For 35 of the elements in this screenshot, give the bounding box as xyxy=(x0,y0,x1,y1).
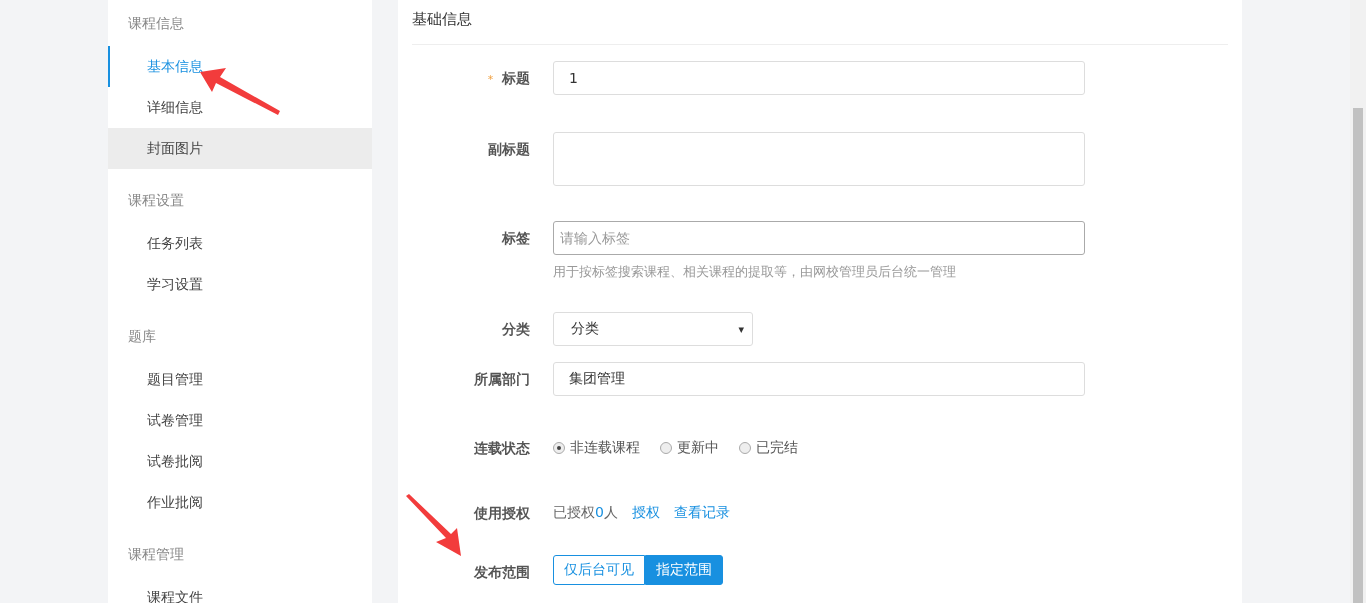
field-label: 标题 xyxy=(502,70,530,86)
sidebar-item[interactable]: 试卷管理 xyxy=(108,400,372,441)
input-field[interactable]: 请输入标签 xyxy=(553,221,1085,255)
category-select[interactable]: 分类 ▾ xyxy=(553,312,753,346)
sidebar-group-title: 题库 xyxy=(127,327,157,346)
field-label: 副标题 xyxy=(488,141,530,157)
sidebar-item[interactable]: 封面图片 xyxy=(108,128,372,169)
authorized-count-text: 已授权0人 xyxy=(553,504,618,522)
input-field[interactable]: 集团管理 xyxy=(553,362,1085,396)
radio-option[interactable]: 更新中 xyxy=(660,439,719,457)
sidebar-group-title: 课程信息 xyxy=(127,14,185,33)
field-label: 连载状态 xyxy=(474,440,530,456)
radio-option[interactable]: 非连载课程 xyxy=(553,439,640,457)
radio-option[interactable]: 已完结 xyxy=(739,439,798,457)
sidebar-item[interactable]: 试卷批阅 xyxy=(108,441,372,482)
link[interactable]: 查看记录 xyxy=(673,504,730,522)
field-label: 标签 xyxy=(502,230,530,246)
sidebar-group-title: 课程管理 xyxy=(127,545,185,564)
sidebar-item[interactable]: 任务列表 xyxy=(108,223,372,264)
sidebar-item[interactable]: 作业批阅 xyxy=(108,482,372,523)
field-label: 使用授权 xyxy=(474,505,530,521)
sidebar-item[interactable]: 详细信息 xyxy=(108,87,372,128)
sidebar-group-title: 课程设置 xyxy=(127,191,185,210)
scope-toggle-button[interactable]: 仅后台可见 xyxy=(553,555,645,585)
sidebar-item[interactable]: 学习设置 xyxy=(108,264,372,305)
sidebar-item[interactable]: 题目管理 xyxy=(108,359,372,400)
field-label: 分类 xyxy=(502,321,530,337)
field-label: 发布范围 xyxy=(474,564,530,580)
input-field[interactable]: 1 xyxy=(553,61,1085,95)
caret-icon: ▾ xyxy=(738,322,744,336)
field-label: 所属部门 xyxy=(474,371,530,387)
required-marker: * xyxy=(487,73,494,86)
link[interactable]: 授权 xyxy=(631,504,660,522)
sidebar-item[interactable]: 课程文件 xyxy=(108,577,372,603)
section-heading: 基础信息 xyxy=(412,9,472,29)
